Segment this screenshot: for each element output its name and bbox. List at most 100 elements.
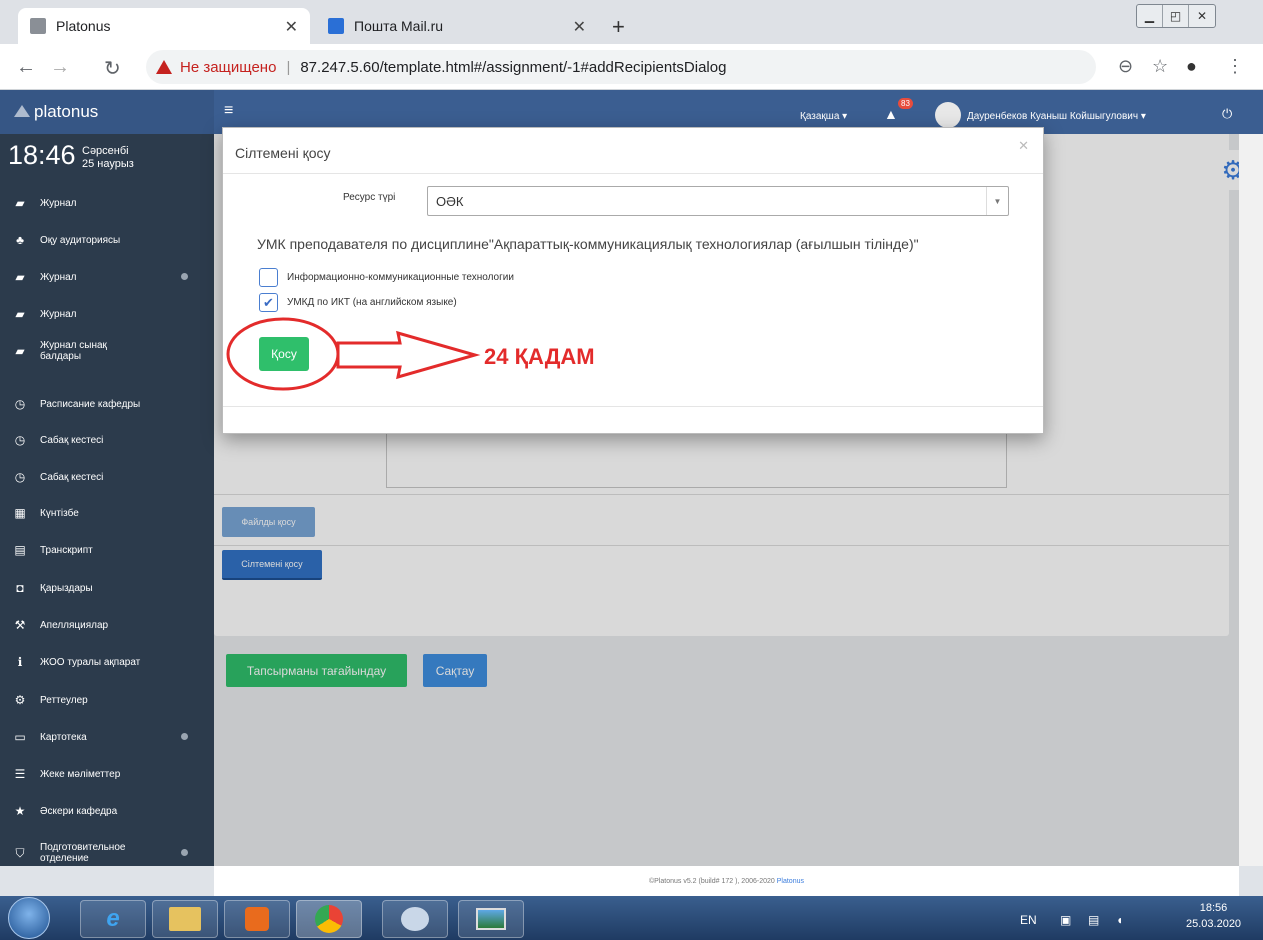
folder-icon: ▭ [14,730,26,744]
url-field[interactable]: Не защищено | 87.247.5.60/template.html#… [146,50,1096,84]
bookmark-star-icon[interactable]: ☆ [1152,56,1168,77]
tab-mail[interactable]: Пошта Mail.ru ✕ [316,8,598,44]
table-icon: ▤ [14,543,26,557]
sidebar-item-department-schedule[interactable]: ◷ Расписание кафедры [0,386,214,422]
checkbox-umkd[interactable]: ✔ [259,293,278,312]
sidebar-item-settings[interactable]: ⚙ Реттеулер [0,682,214,718]
sidebar-clock: 18:46 Сәрсенбі 25 наурыз [8,140,134,171]
logo[interactable]: platonus [0,90,214,134]
sidebar-item-military[interactable]: ★ Әскери кафедра [0,793,214,829]
sidebar-item-exam-journal[interactable]: ▰ Журнал сынақ балдары [0,333,214,369]
mail-favicon-icon [328,18,344,34]
logo-icon [14,105,30,117]
new-tab-button[interactable]: + [612,14,625,40]
reload-icon[interactable]: ↻ [104,56,121,81]
step-label: 24 ҚАДАМ [484,344,595,369]
sidebar-item-personal-data[interactable]: ☰ Жеке мәліметтер [0,756,214,792]
close-icon[interactable]: ✕ [1018,138,1029,154]
power-icon[interactable]: ⏻ [1222,106,1232,122]
add-button[interactable]: Қосу [259,337,309,371]
paint-icon[interactable] [382,900,448,938]
clock-weekday: Сәрсенбі [82,145,129,157]
sidebar-item-preparatory[interactable]: ⛉ Подготовительное отделение [0,835,214,871]
star-icon: ★ [14,804,26,818]
browser-tab-bar: Platonus ✕ Пошта Mail.ru ✕ + ▁ ◰ ✕ [0,0,1263,44]
file-explorer-icon[interactable] [152,900,218,938]
sidebar-item-journal[interactable]: ▰ Журнал [0,185,214,221]
close-window-icon[interactable]: ✕ [1189,5,1215,27]
resource-type-label: Ресурс түрі [343,192,396,203]
language-indicator[interactable]: EN [1020,913,1037,927]
book-icon: ▰ [15,307,25,321]
taskbar-clock[interactable]: 18:56 25.03.2020 [1186,900,1241,932]
action-center-icon[interactable]: ▤ [1088,913,1099,927]
address-bar: ← → ↻ Не защищено | 87.247.5.60/template… [0,44,1263,90]
page-scrollbar[interactable] [1239,134,1263,866]
forward-icon[interactable]: → [50,56,70,79]
chevron-right-icon [181,273,188,280]
sidebar-item-card-index[interactable]: ▭ Картотека [0,719,214,755]
cogs-icon: ⚙ [14,693,26,707]
chevron-down-icon: ▼ [986,187,1008,215]
tab-title: Platonus [56,18,111,34]
hamburger-icon[interactable]: ≡ [224,102,233,120]
tab-platonus[interactable]: Platonus ✕ [18,8,310,44]
dialog-title: Сілтемені қосу [235,145,331,161]
warning-icon [156,60,172,74]
language-dropdown[interactable]: Қазақша ▾ [800,111,847,122]
windows-start-icon[interactable] [8,897,50,939]
avatar[interactable] [935,102,961,128]
footer-link[interactable]: Platonus [777,878,804,885]
sidebar-item-transcript[interactable]: ▤ Транскрипт [0,532,214,568]
image-viewer-icon[interactable] [458,900,524,938]
notification-icon[interactable]: ▲ [884,106,898,122]
book-icon: ▰ [15,270,25,284]
sidebar-item-timetable-2[interactable]: ◷ Сабақ кестесі [0,459,214,495]
media-player-icon[interactable] [224,900,290,938]
umk-description: УМК преподавателя по дисциплине"Ақпаратт… [257,236,919,252]
back-icon[interactable]: ← [16,56,36,79]
insecure-label: Не защищено [180,58,277,76]
sidebar-item-appeals[interactable]: ⚒ Апелляциялар [0,607,214,643]
chevron-right-icon [181,733,188,740]
info-icon: ℹ [17,655,23,669]
checkbox-ict[interactable] [259,268,278,287]
url-text: 87.247.5.60/template.html#/assignment/-1… [300,58,727,76]
minimize-icon[interactable]: ▁ [1137,5,1163,27]
add-link-dialog: Сілтемені қосу ✕ Ресурс түрі ОӘК ▼ УМК п… [222,127,1044,434]
notification-badge: 83 [898,98,913,109]
sidebar-item-journal-3[interactable]: ▰ Журнал [0,296,214,332]
sidebar-item-university-info[interactable]: ℹ ЖОО туралы ақпарат [0,644,214,680]
window-controls: ▁ ◰ ✕ [1136,4,1216,28]
sidebar-item-calendar[interactable]: ▦ Күнтізбе [0,495,214,531]
close-icon[interactable]: ✕ [573,17,586,37]
sidebar-item-classrooms[interactable]: ♣ Оқу аудиториясы [0,222,214,258]
network-icon[interactable]: ▣ [1060,913,1071,927]
maximize-icon[interactable]: ◰ [1163,5,1189,27]
platonus-favicon-icon [30,18,46,34]
tab-title: Пошта Mail.ru [354,18,444,34]
clock-icon: ◷ [14,433,26,447]
list-icon: ☰ [14,767,26,781]
inbox-icon: ◘ [16,581,24,595]
ie-icon[interactable]: e [80,900,146,938]
profile-icon[interactable]: ● [1186,56,1197,77]
resource-type-select[interactable]: ОӘК ▼ [427,186,1009,216]
menu-dots-icon[interactable]: ⋮ [1226,56,1244,77]
zoom-icon[interactable]: ⊖ [1118,56,1133,77]
book-icon: ▰ [15,343,25,358]
close-icon[interactable]: ✕ [285,17,298,37]
clock-time: 18:46 [8,140,76,170]
shield-icon: ⛉ [15,845,25,860]
clock-date: 25 наурыз [82,158,134,170]
chrome-icon[interactable] [296,900,362,938]
user-menu[interactable]: Дауренбеков Куаныш Койшыгулович ▾ [967,111,1146,122]
sidebar-item-timetable[interactable]: ◷ Сабақ кестесі [0,422,214,458]
volume-muted-icon[interactable]: ◖ [1116,913,1123,927]
sidebar-item-journal-2[interactable]: ▰ Журнал [0,259,214,295]
checkmark-icon: ✔ [263,294,274,310]
sidebar-item-debts[interactable]: ◘ Қарыздары [0,570,214,606]
checkbox-umkd-label: УМКД по ИКТ (на английском языке) [287,297,457,308]
checkbox-ict-label: Информационно-коммуникационные технологи… [287,272,514,283]
calendar-icon: ▦ [14,506,26,520]
